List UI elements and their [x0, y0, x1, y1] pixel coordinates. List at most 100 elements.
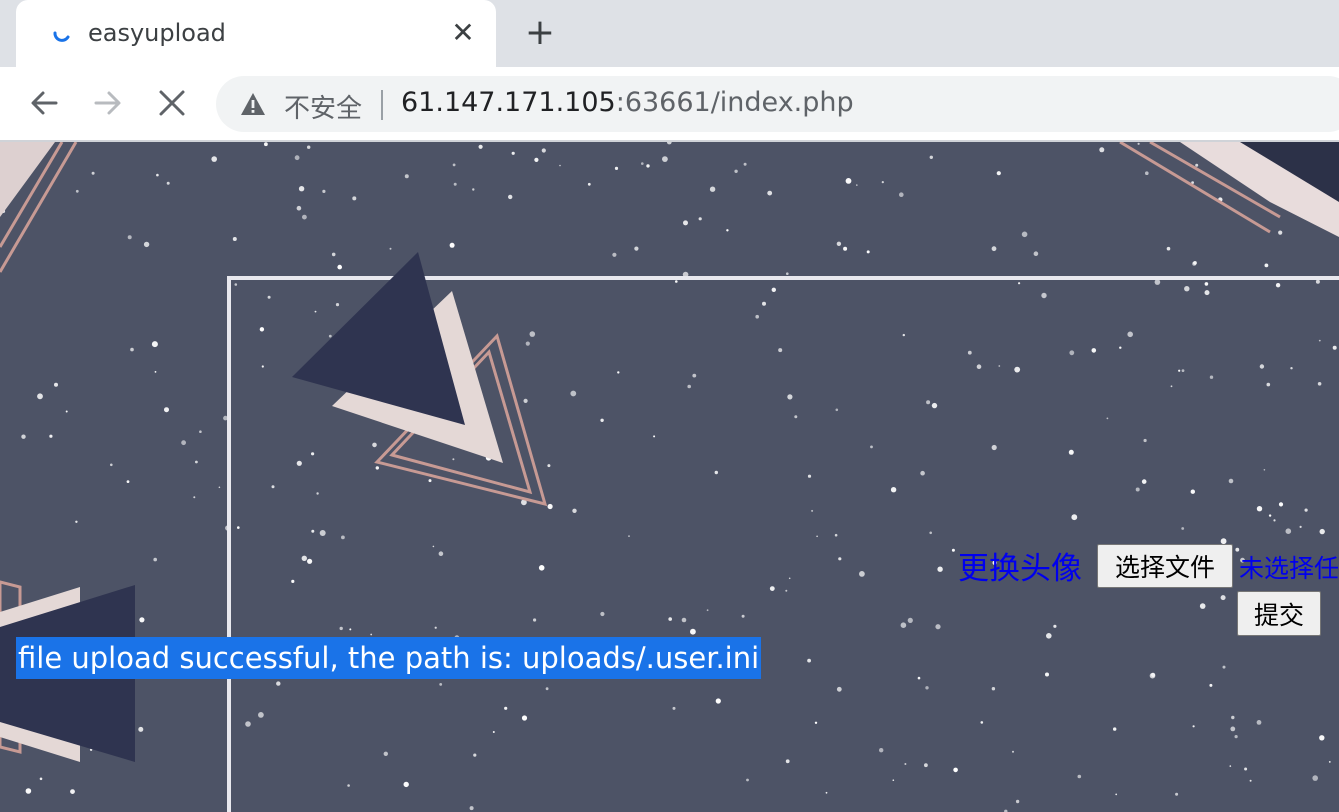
star-dot	[1175, 792, 1179, 796]
star-dot	[1113, 727, 1117, 731]
star-dot	[199, 430, 202, 434]
star-dot	[917, 676, 921, 680]
star-dot	[349, 628, 352, 631]
star-dot	[1199, 603, 1206, 609]
star-dot	[1021, 231, 1028, 238]
star-dot	[298, 186, 305, 192]
star-dot	[920, 470, 925, 476]
star-dot	[372, 442, 377, 448]
star-dot	[529, 331, 536, 337]
star-dot	[472, 188, 475, 191]
star-dot	[1209, 375, 1214, 379]
security-label[interactable]: 不安全	[284, 88, 362, 125]
star-dot	[1077, 774, 1082, 779]
star-dot	[261, 365, 264, 368]
star-dot	[1137, 142, 1140, 145]
star-dot	[316, 492, 319, 495]
star-dot	[890, 487, 897, 493]
star-dot	[668, 617, 672, 621]
back-button[interactable]	[26, 85, 62, 121]
star-dot	[389, 247, 392, 250]
star-dot	[836, 686, 842, 692]
star-dot	[1046, 633, 1052, 639]
star-dot	[1106, 417, 1109, 420]
star-dot	[1141, 479, 1147, 484]
star-dot	[130, 347, 134, 352]
star-dot	[785, 759, 790, 764]
star-dot	[1332, 345, 1337, 350]
star-dot	[634, 246, 639, 251]
star-dot	[892, 779, 895, 781]
star-dot	[785, 589, 788, 592]
star-dot	[267, 295, 271, 299]
submit-button[interactable]: 提交	[1237, 591, 1321, 636]
star-dot	[294, 155, 300, 161]
star-dot	[714, 470, 718, 475]
tab-easyupload[interactable]: easyupload ✕	[16, 0, 496, 67]
star-dot	[311, 452, 315, 456]
url-path: :63661/index.php	[615, 87, 854, 118]
star-dot	[151, 341, 158, 348]
star-dot	[434, 626, 437, 629]
star-dot	[1234, 735, 1238, 739]
star-dot	[991, 444, 997, 451]
star-dot	[154, 371, 157, 373]
upload-result-message: file upload successful, the path is: upl…	[16, 637, 762, 679]
star-dot	[706, 609, 709, 612]
star-dot	[1312, 775, 1318, 781]
star-dot	[762, 301, 766, 306]
forward-button[interactable]	[90, 85, 126, 121]
star-dot	[1264, 263, 1269, 268]
star-dot	[547, 503, 553, 510]
star-dot	[900, 622, 907, 628]
star-dot	[1045, 672, 1049, 677]
star-dot	[924, 763, 928, 768]
star-dot	[302, 214, 307, 220]
choose-file-button[interactable]: 选择文件	[1097, 544, 1233, 588]
star-dot	[787, 394, 793, 400]
address-bar[interactable]: 不安全 61.147.171.105:63661/index.php	[216, 76, 1339, 132]
star-dot	[755, 314, 759, 319]
star-dot	[816, 535, 818, 538]
star-dot	[166, 181, 170, 185]
star-dot	[570, 390, 577, 397]
star-dot	[687, 384, 691, 389]
new-tab-button[interactable]: +	[524, 14, 556, 52]
warning-icon[interactable]	[240, 92, 266, 116]
decorative-background	[0, 142, 1339, 812]
star-dot	[375, 466, 379, 470]
star-dot	[1145, 171, 1149, 175]
url-text[interactable]: 61.147.171.105:63661/index.php	[401, 87, 854, 118]
star-dot	[907, 617, 913, 623]
star-dot	[1190, 489, 1196, 494]
stop-button[interactable]	[154, 85, 190, 121]
star-dot	[951, 548, 955, 552]
star-dot	[301, 555, 307, 561]
tab-title: easyupload	[88, 19, 226, 47]
star-dot	[953, 767, 958, 773]
star-dot	[845, 178, 852, 184]
star-dot	[881, 181, 884, 184]
star-dot	[1319, 735, 1325, 741]
star-dot	[794, 415, 798, 419]
star-dot	[925, 686, 929, 690]
star-dot	[541, 148, 546, 153]
star-dot	[352, 196, 357, 201]
star-dot	[545, 687, 549, 691]
star-dot	[370, 633, 373, 636]
star-dot	[662, 156, 668, 162]
star-dot	[1278, 230, 1283, 235]
star-dot	[1193, 261, 1197, 265]
star-dot	[291, 579, 295, 583]
star-dot	[741, 614, 745, 618]
star-dot	[931, 402, 938, 409]
page-content: 更换头像 选择文件 未选择任 提交 file upload successful…	[0, 142, 1339, 812]
star-dot	[1263, 469, 1266, 471]
star-dot	[311, 529, 315, 533]
star-dot	[403, 781, 409, 788]
star-dot	[600, 418, 604, 422]
tab-close-icon[interactable]: ✕	[448, 16, 478, 50]
star-dot	[1278, 502, 1284, 507]
star-dot	[195, 460, 198, 464]
star-dot	[587, 182, 591, 186]
